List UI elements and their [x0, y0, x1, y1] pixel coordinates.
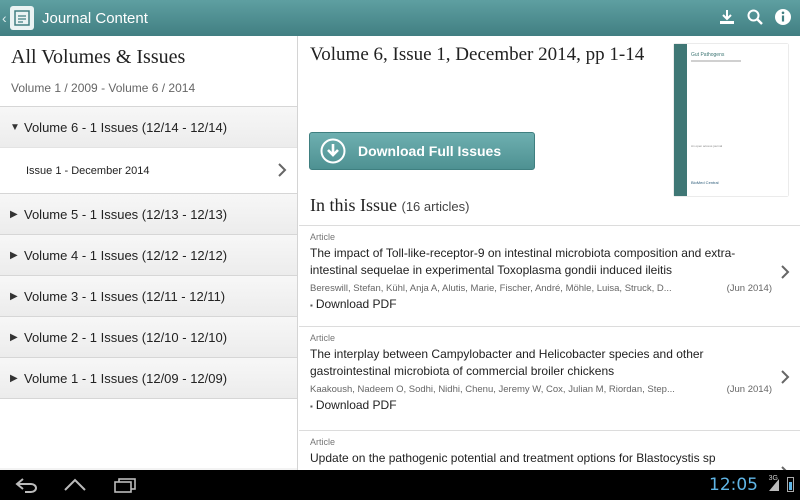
volume-item-4[interactable]: ▶ Volume 4 - 1 Issues (12/12 - 12/12) [0, 234, 297, 275]
article-meta: Bereswill, Stefan, Kühl, Anja A, Alutis,… [310, 283, 772, 294]
volume-label: Volume 3 - 1 Issues (12/11 - 12/11) [24, 288, 226, 304]
issue-cover-image[interactable]: Gut Pathogens An open access journal Bio… [674, 44, 788, 196]
search-icon[interactable] [746, 8, 764, 26]
back-icon[interactable]: ‹ [2, 10, 10, 26]
chevron-right-icon [780, 264, 790, 280]
download-pdf-link[interactable]: ▪ Download PDF [310, 398, 770, 412]
system-navigation-bar: 12:05 3G [0, 470, 800, 500]
chevron-right-icon [780, 369, 790, 385]
download-circle-icon [320, 138, 346, 164]
home-nav-icon[interactable] [62, 477, 88, 493]
volume-label: Volume 6 - 1 Issues (12/14 - 12/14) [24, 119, 228, 135]
info-icon[interactable] [774, 8, 792, 26]
download-pdf-link[interactable]: ▪ Download PDF [310, 297, 770, 311]
article-type: Article [310, 437, 336, 447]
app-logo-icon[interactable] [10, 6, 34, 30]
volume-label: Volume 1 - 1 Issues (12/09 - 12/09) [24, 370, 228, 386]
article-title: The interplay between Campylobacter and … [310, 347, 704, 378]
cover-journal-name: Gut Pathogens [691, 52, 725, 58]
download-pdf-label: Download PDF [315, 398, 397, 412]
chevron-right-icon [277, 162, 287, 178]
bullet-icon: ▪ [310, 402, 313, 411]
article-meta: Kaakoush, Nadeem O, Sodhi, Nidhi, Chenu,… [310, 384, 772, 395]
cover-divider [691, 60, 741, 62]
article-authors: Bereswill, Stefan, Kühl, Anja A, Alutis,… [310, 283, 672, 294]
collapsed-triangle-icon: ▶ [10, 372, 18, 384]
issue-label: Issue 1 - December 2014 [26, 164, 150, 177]
battery-level [789, 482, 792, 490]
expanded-triangle-icon: ▼ [10, 121, 20, 133]
download-full-issues-button[interactable]: Download Full Issues [309, 132, 535, 170]
battery-icon [787, 477, 794, 492]
volume-item-1[interactable]: ▶ Volume 1 - 1 Issues (12/09 - 12/09) [0, 357, 297, 398]
volume-item-3[interactable]: ▶ Volume 3 - 1 Issues (12/11 - 12/11) [0, 275, 297, 316]
sidebar-header: All Volumes & Issues Volume 1 / 2009 - V… [0, 36, 297, 106]
volume-label: Volume 5 - 1 Issues (12/13 - 12/13) [24, 206, 228, 222]
cover-publisher: BioMed Central [691, 180, 719, 185]
volume-label: Volume 4 - 1 Issues (12/12 - 12/12) [24, 247, 228, 263]
sidebar-title: All Volumes & Issues [11, 46, 186, 68]
volumes-sidebar: All Volumes & Issues Volume 1 / 2009 - V… [0, 36, 298, 470]
sidebar-subtitle: Volume 1 / 2009 - Volume 6 / 2014 [11, 81, 196, 95]
signal-strength-icon [768, 478, 780, 492]
article-title: Update on the pathogenic potential and t… [310, 451, 716, 465]
article-type: Article [310, 232, 336, 242]
action-bar: ‹ Journal Content [0, 0, 800, 36]
download-pdf-label: Download PDF [315, 297, 397, 311]
recent-apps-icon[interactable] [112, 477, 138, 493]
article-title: The impact of Toll-like-receptor-9 on in… [310, 246, 736, 277]
volume-item-2[interactable]: ▶ Volume 2 - 1 Issues (12/10 - 12/10) [0, 316, 297, 357]
issue-item-1[interactable]: Issue 1 - December 2014 [0, 147, 297, 193]
article-item[interactable]: Article The impact of Toll-like-receptor… [299, 225, 800, 326]
article-type: Article [310, 333, 336, 343]
download-icon[interactable] [718, 8, 736, 26]
status-clock: 12:05 [709, 475, 758, 495]
sidebar-empty-area [0, 398, 297, 468]
article-item[interactable]: Article Update on the pathogenic potenti… [299, 430, 800, 470]
download-button-label: Download Full Issues [358, 143, 502, 159]
collapsed-triangle-icon: ▶ [10, 208, 18, 220]
collapsed-triangle-icon: ▶ [10, 331, 18, 343]
in-this-issue-label: In this Issue [310, 195, 397, 215]
collapsed-triangle-icon: ▶ [10, 249, 18, 261]
article-date: (Jun 2014) [726, 384, 772, 395]
volume-item-6[interactable]: ▼ Volume 6 - 1 Issues (12/14 - 12/14) [0, 106, 297, 147]
article-date: (Jun 2014) [726, 283, 772, 294]
bullet-icon: ▪ [310, 301, 313, 310]
collapsed-triangle-icon: ▶ [10, 290, 18, 302]
volume-item-5[interactable]: ▶ Volume 5 - 1 Issues (12/13 - 12/13) [0, 193, 297, 234]
issue-detail[interactable]: Volume 6, Issue 1, December 2014, pp 1-1… [299, 36, 800, 470]
cover-tagline: An open access journal [691, 144, 723, 148]
article-authors: Kaakoush, Nadeem O, Sodhi, Nidhi, Chenu,… [310, 384, 675, 395]
app-title: Journal Content [42, 9, 148, 27]
in-this-issue-heading: In this Issue (16 articles) [310, 195, 469, 216]
volume-label: Volume 2 - 1 Issues (12/10 - 12/10) [24, 329, 228, 345]
issue-title: Volume 6, Issue 1, December 2014, pp 1-1… [310, 44, 645, 65]
article-count: (16 articles) [401, 199, 470, 214]
back-nav-icon[interactable] [14, 477, 40, 493]
article-item[interactable]: Article The interplay between Campylobac… [299, 326, 800, 430]
